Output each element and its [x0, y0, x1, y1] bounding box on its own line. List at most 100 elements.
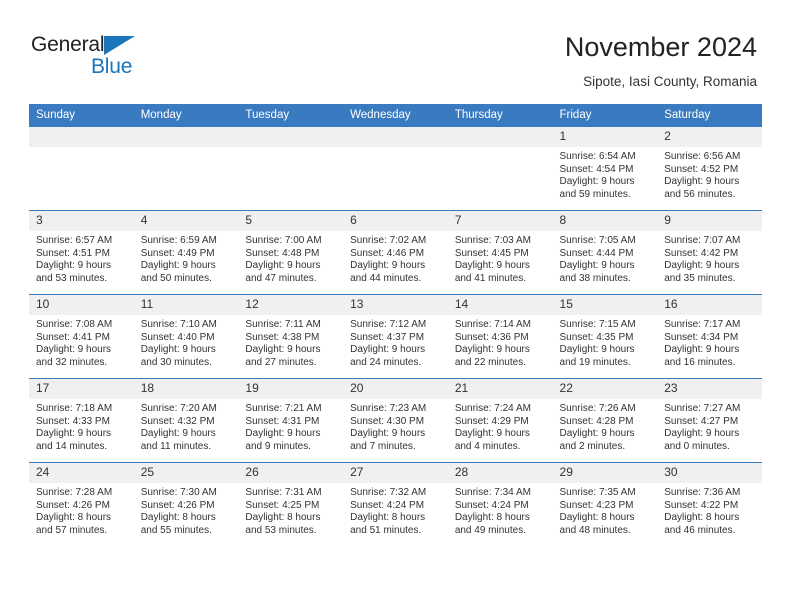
calendar-day-cell[interactable]: 20 Sunrise: 7:23 AM Sunset: 4:30 PM Dayligh… — [343, 378, 448, 463]
day-sun-info: Sunrise: 7:28 AM Sunset: 4:26 PM Daylight:… — [29, 483, 134, 537]
sunrise-text: Sunrise: 7:17 AM — [664, 319, 741, 330]
weekday-header-row: Sunday Monday Tuesday Wednesday Thursday… — [29, 104, 762, 127]
calendar-day-cell[interactable]: 24 Sunrise: 7:28 AM Sunset: 4:26 PM Dayligh… — [29, 462, 134, 546]
sunrise-text: Sunrise: 6:57 AM — [36, 235, 113, 246]
sunrise-text: Sunrise: 7:35 AM — [559, 487, 636, 498]
weekday-header-friday: Friday — [552, 104, 658, 127]
daylight-text-line1: Daylight: 8 hours — [140, 512, 216, 524]
calendar-grid: Sunday Monday Tuesday Wednesday Thursday… — [29, 104, 762, 546]
calendar-day-cell[interactable]: 17 Sunrise: 7:18 AM Sunset: 4:33 PM Dayligh… — [29, 378, 134, 463]
daylight-text-line2: and 49 minutes. — [454, 524, 526, 536]
calendar-day-cell[interactable]: 14 Sunrise: 7:14 AM Sunset: 4:36 PM Dayligh… — [447, 294, 553, 379]
sunset-text: Sunset: 4:31 PM — [245, 415, 320, 427]
calendar-week-row: 1 Sunrise: 6:54 AM Sunset: 4:54 PM Daylight… — [29, 126, 762, 211]
day-number: 26 — [238, 463, 344, 483]
calendar-day-cell[interactable]: 21 Sunrise: 7:24 AM Sunset: 4:29 PM Dayligh… — [447, 378, 553, 463]
day-number: 22 — [552, 379, 658, 399]
daylight-text-line1: Daylight: 8 hours — [36, 512, 112, 524]
daylight-text-line1: Daylight: 9 hours — [454, 260, 530, 272]
calendar-day-cell[interactable]: 4 Sunrise: 6:59 AM Sunset: 4:49 PM Daylight… — [133, 210, 239, 295]
day-number: 2 — [657, 127, 762, 147]
calendar-day-cell[interactable]: 30 Sunrise: 7:36 AM Sunset: 4:22 PM Dayligh… — [657, 462, 762, 546]
calendar-day-cell[interactable]: 13 Sunrise: 7:12 AM Sunset: 4:37 PM Dayligh… — [343, 294, 448, 379]
day-number: 3 — [29, 211, 134, 231]
calendar-day-cell[interactable]: 23 Sunrise: 7:27 AM Sunset: 4:27 PM Dayligh… — [657, 378, 762, 463]
day-sun-info: Sunrise: 6:56 AM Sunset: 4:52 PM Daylight:… — [657, 147, 762, 201]
sunset-text: Sunset: 4:54 PM — [559, 163, 634, 175]
sunset-text: Sunset: 4:40 PM — [140, 331, 215, 343]
calendar-day-cell[interactable]: 9 Sunrise: 7:07 AM Sunset: 4:42 PM Daylight… — [657, 210, 762, 295]
sunset-text: Sunset: 4:23 PM — [559, 499, 634, 511]
calendar-day-cell[interactable]: 10 Sunrise: 7:08 AM Sunset: 4:41 PM Dayligh… — [29, 294, 134, 379]
sunrise-text: Sunrise: 7:08 AM — [36, 319, 113, 330]
calendar-day-cell[interactable]: 27 Sunrise: 7:32 AM Sunset: 4:24 PM Dayligh… — [343, 462, 448, 546]
calendar-day-cell[interactable]: 11 Sunrise: 7:10 AM Sunset: 4:40 PM Dayligh… — [133, 294, 239, 379]
generalblue-logo[interactable]: General Blue — [31, 33, 231, 81]
daylight-text-line1: Daylight: 8 hours — [664, 512, 740, 524]
weekday-header-tuesday: Tuesday — [238, 104, 344, 127]
calendar-day-cell[interactable]: 26 Sunrise: 7:31 AM Sunset: 4:25 PM Dayligh… — [238, 462, 344, 546]
day-sun-info: Sunrise: 7:24 AM Sunset: 4:29 PM Daylight:… — [448, 399, 553, 453]
sunset-text: Sunset: 4:38 PM — [245, 331, 320, 343]
day-number: 6 — [343, 211, 448, 231]
daylight-text-line1: Daylight: 9 hours — [664, 344, 740, 356]
day-number: 18 — [133, 379, 239, 399]
sunrise-text: Sunrise: 7:10 AM — [140, 319, 217, 330]
sunrise-text: Sunrise: 7:30 AM — [140, 487, 217, 498]
sunset-text: Sunset: 4:41 PM — [36, 331, 110, 343]
sunset-text: Sunset: 4:22 PM — [664, 499, 739, 511]
daylight-text-line2: and 59 minutes. — [559, 188, 631, 200]
daylight-text-line1: Daylight: 9 hours — [559, 344, 635, 356]
calendar-day-cell[interactable]: 25 Sunrise: 7:30 AM Sunset: 4:26 PM Dayligh… — [133, 462, 239, 546]
daylight-text-line1: Daylight: 9 hours — [245, 428, 321, 440]
day-number: 5 — [238, 211, 344, 231]
day-number — [447, 127, 553, 147]
calendar-day-cell[interactable]: 6 Sunrise: 7:02 AM Sunset: 4:46 PM Daylight… — [343, 210, 448, 295]
calendar-cell-empty — [447, 126, 553, 211]
calendar-day-cell[interactable]: 22 Sunrise: 7:26 AM Sunset: 4:28 PM Dayligh… — [552, 378, 658, 463]
calendar-day-cell[interactable]: 5 Sunrise: 7:00 AM Sunset: 4:48 PM Daylight… — [238, 210, 344, 295]
daylight-text-line1: Daylight: 8 hours — [350, 512, 426, 524]
day-number: 8 — [552, 211, 658, 231]
daylight-text-line2: and 14 minutes. — [36, 440, 108, 452]
daylight-text-line2: and 50 minutes. — [140, 272, 212, 284]
sunset-text: Sunset: 4:29 PM — [454, 415, 529, 427]
daylight-text-line2: and 32 minutes. — [36, 356, 108, 368]
calendar-day-cell[interactable]: 19 Sunrise: 7:21 AM Sunset: 4:31 PM Dayligh… — [238, 378, 344, 463]
day-number: 29 — [552, 463, 658, 483]
calendar-day-cell[interactable]: 12 Sunrise: 7:11 AM Sunset: 4:38 PM Dayligh… — [238, 294, 344, 379]
day-sun-info: Sunrise: 7:17 AM Sunset: 4:34 PM Daylight:… — [657, 315, 762, 369]
weekday-header-thursday: Thursday — [447, 104, 553, 127]
calendar-day-cell[interactable]: 16 Sunrise: 7:17 AM Sunset: 4:34 PM Dayligh… — [657, 294, 762, 379]
daylight-text-line1: Daylight: 9 hours — [36, 344, 112, 356]
sunrise-text: Sunrise: 7:23 AM — [350, 403, 427, 414]
daylight-text-line2: and 24 minutes. — [350, 356, 422, 368]
calendar-day-cell[interactable]: 3 Sunrise: 6:57 AM Sunset: 4:51 PM Daylight… — [29, 210, 134, 295]
sunset-text: Sunset: 4:42 PM — [664, 247, 739, 259]
day-sun-info: Sunrise: 7:32 AM Sunset: 4:24 PM Daylight:… — [343, 483, 448, 537]
daylight-text-line2: and 0 minutes. — [664, 440, 730, 452]
calendar-day-cell[interactable]: 15 Sunrise: 7:15 AM Sunset: 4:35 PM Dayligh… — [552, 294, 658, 379]
calendar-day-cell[interactable]: 29 Sunrise: 7:35 AM Sunset: 4:23 PM Dayligh… — [552, 462, 658, 546]
day-number — [238, 127, 344, 147]
calendar-day-cell[interactable]: 1 Sunrise: 6:54 AM Sunset: 4:54 PM Daylight… — [552, 126, 658, 211]
calendar-day-cell[interactable]: 8 Sunrise: 7:05 AM Sunset: 4:44 PM Daylight… — [552, 210, 658, 295]
calendar-day-cell[interactable]: 28 Sunrise: 7:34 AM Sunset: 4:24 PM Dayligh… — [447, 462, 553, 546]
day-sun-info: Sunrise: 7:08 AM Sunset: 4:41 PM Daylight:… — [29, 315, 134, 369]
day-number: 1 — [552, 127, 658, 147]
daylight-text-line2: and 41 minutes. — [454, 272, 526, 284]
day-sun-info: Sunrise: 7:23 AM Sunset: 4:30 PM Daylight:… — [343, 399, 448, 453]
day-sun-info: Sunrise: 7:21 AM Sunset: 4:31 PM Daylight:… — [238, 399, 343, 453]
daylight-text-line1: Daylight: 9 hours — [350, 428, 426, 440]
daylight-text-line2: and 55 minutes. — [140, 524, 212, 536]
day-number: 9 — [657, 211, 762, 231]
calendar-day-cell[interactable]: 2 Sunrise: 6:56 AM Sunset: 4:52 PM Daylight… — [657, 126, 762, 211]
calendar-day-cell[interactable]: 7 Sunrise: 7:03 AM Sunset: 4:45 PM Daylight… — [447, 210, 553, 295]
sunset-text: Sunset: 4:49 PM — [140, 247, 215, 259]
sunset-text: Sunset: 4:37 PM — [350, 331, 425, 343]
day-number — [29, 127, 134, 147]
day-number: 14 — [447, 295, 553, 315]
daylight-text-line1: Daylight: 8 hours — [559, 512, 635, 524]
sunset-text: Sunset: 4:52 PM — [664, 163, 739, 175]
calendar-day-cell[interactable]: 18 Sunrise: 7:20 AM Sunset: 4:32 PM Dayligh… — [133, 378, 239, 463]
